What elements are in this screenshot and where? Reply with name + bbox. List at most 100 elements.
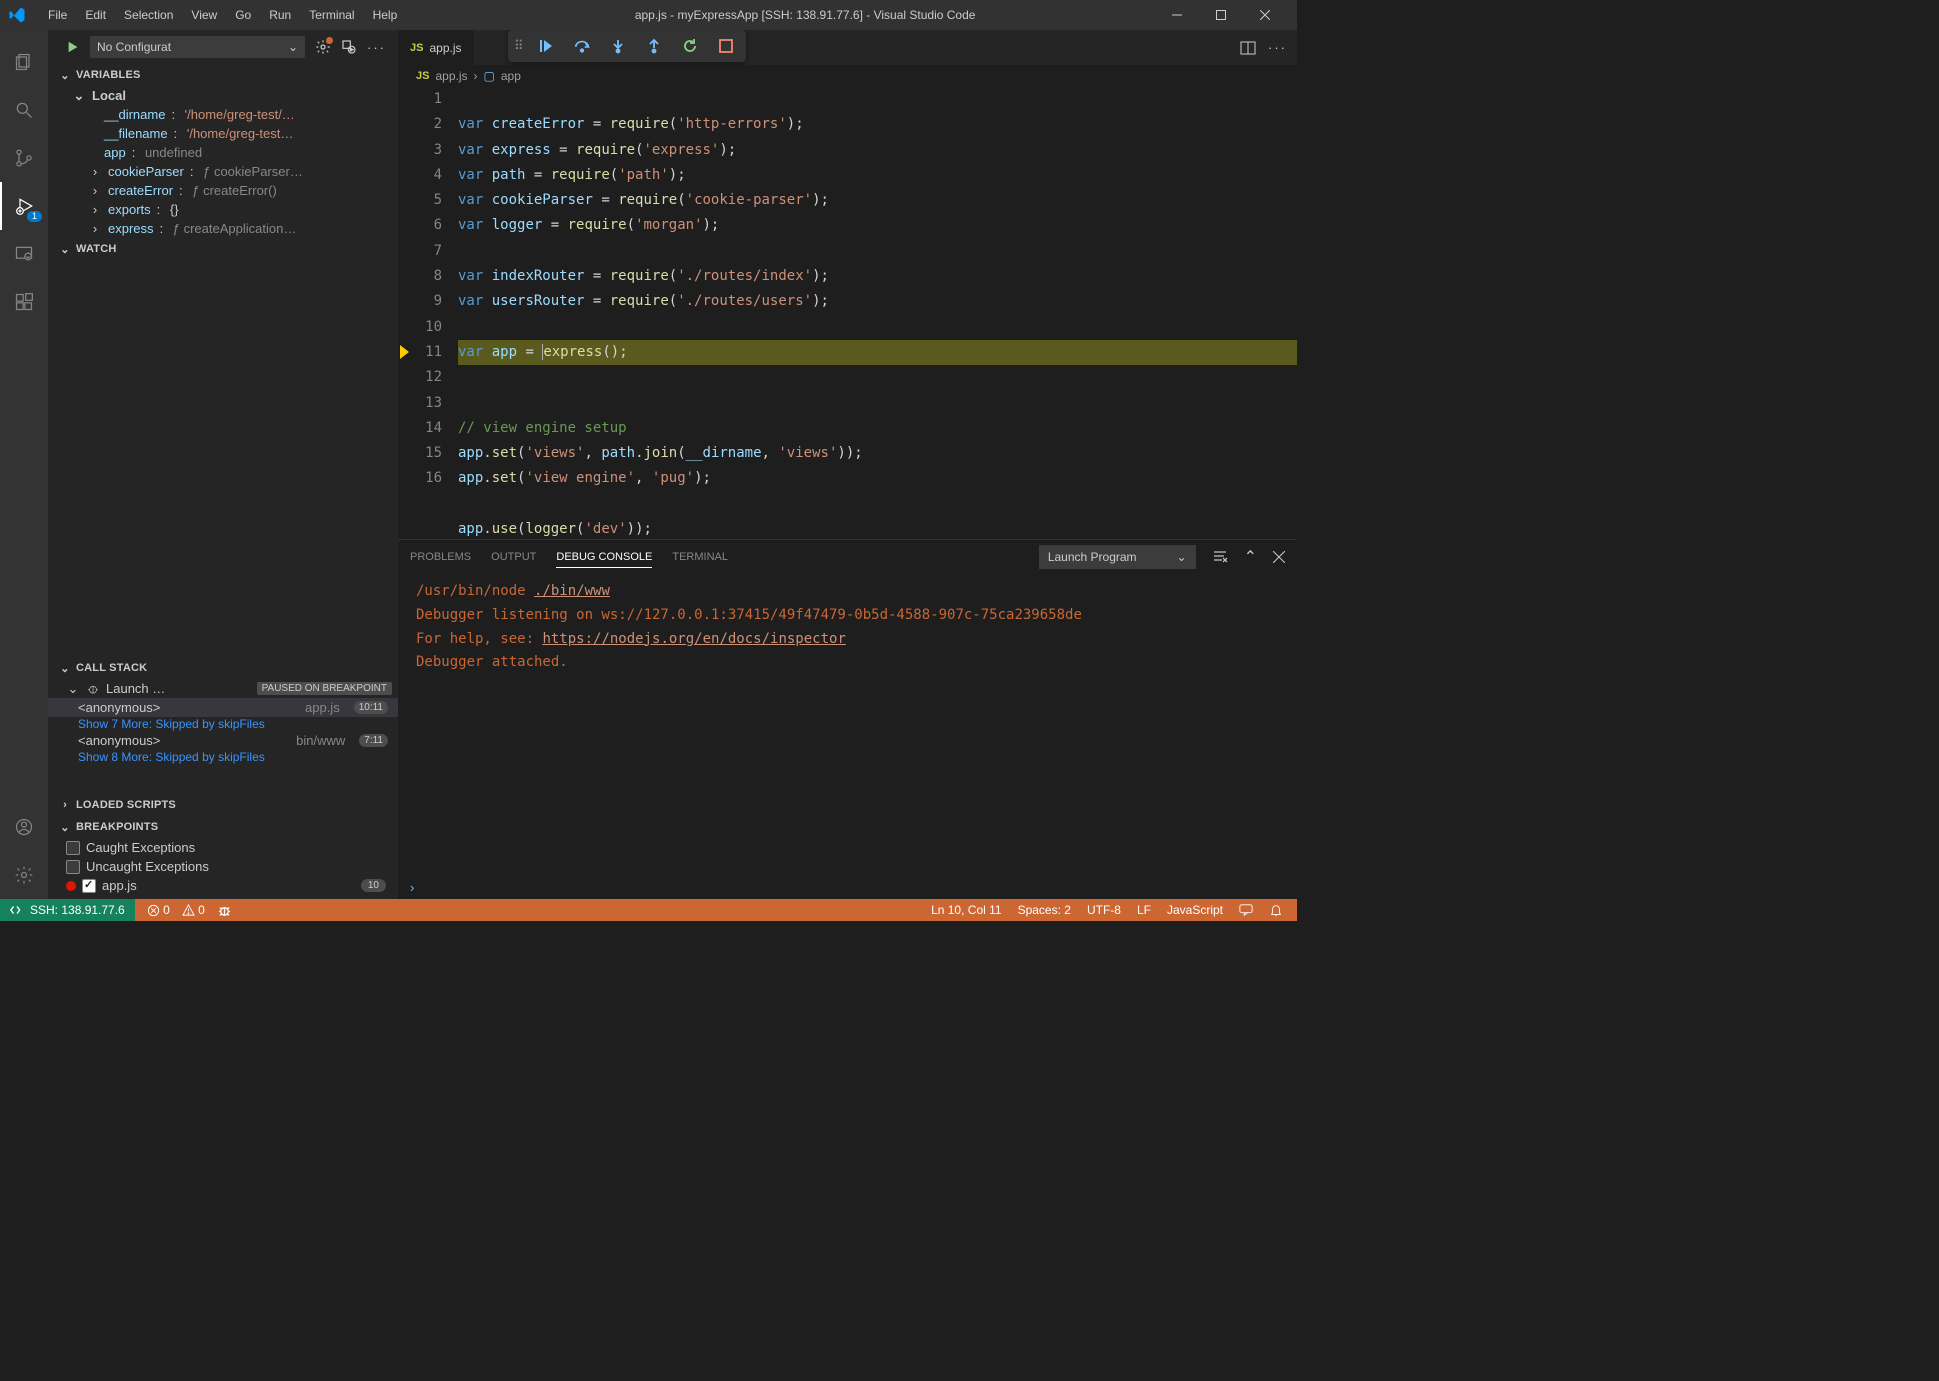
configure-gear-icon[interactable] (315, 39, 331, 55)
tab-debug-console[interactable]: DEBUG CONSOLE (556, 547, 652, 568)
encoding-status[interactable]: UTF-8 (1087, 903, 1121, 917)
activity-bar: 1 (0, 30, 48, 899)
breakpoints-header[interactable]: ⌄ BREAKPOINTS (48, 816, 398, 838)
drag-handle-icon[interactable]: ⠿ (514, 38, 524, 54)
var-cookieparser[interactable]: ›cookieParser: ƒ cookieParser… (48, 162, 398, 181)
callstack-session[interactable]: ⌄ Launch … PAUSED ON BREAKPOINT (48, 679, 398, 698)
chevron-right-icon: › (474, 69, 478, 83)
menu-selection[interactable]: Selection (116, 4, 181, 26)
clear-console-icon[interactable] (1212, 549, 1228, 565)
debug-console-output[interactable]: /usr/bin/node ./bin/www Debugger listeni… (398, 574, 1297, 876)
vscode-logo-icon (8, 3, 32, 27)
maximize-icon[interactable] (1209, 3, 1233, 27)
menu-go[interactable]: Go (227, 4, 259, 26)
stack-frame-0[interactable]: <anonymous> app.js 10:11 (48, 698, 398, 717)
console-link[interactable]: ./bin/www (534, 583, 610, 599)
code-editor[interactable]: 12345678910111213141516 var createError … (398, 87, 1297, 539)
continue-button[interactable] (532, 33, 560, 59)
chevron-down-icon: ⌄ (58, 242, 72, 256)
tab-appjs[interactable]: JS app.js (398, 30, 475, 65)
minimize-icon[interactable] (1165, 3, 1189, 27)
run-debug-icon[interactable]: 1 (0, 182, 48, 230)
skip-frames-link-0[interactable]: Show 7 More: Skipped by skipFiles (48, 717, 398, 731)
variable-icon: ▢ (484, 69, 495, 83)
menu-run[interactable]: Run (261, 4, 299, 26)
current-execution-icon (400, 345, 409, 359)
console-link[interactable]: https://nodejs.org/en/docs/inspector (542, 631, 845, 647)
tab-problems[interactable]: PROBLEMS (410, 547, 471, 567)
feedback-icon[interactable] (1239, 903, 1253, 917)
session-filter-select[interactable]: Launch Program ⌄ (1039, 545, 1196, 569)
split-editor-icon[interactable] (1240, 40, 1256, 56)
menu-view[interactable]: View (183, 4, 225, 26)
checkbox-checked-icon[interactable] (82, 879, 96, 893)
explorer-icon[interactable] (0, 38, 48, 86)
checkbox-icon[interactable] (66, 841, 80, 855)
menu-help[interactable]: Help (365, 4, 406, 26)
notifications-icon[interactable] (1269, 903, 1283, 917)
chevron-right-icon: › (88, 203, 102, 217)
code-content[interactable]: var createError = require('http-errors')… (458, 87, 1297, 539)
errors-status[interactable]: 0 (147, 903, 170, 917)
debug-config-select[interactable]: No Configurat ⌄ (90, 36, 305, 58)
bp-uncaught-exceptions[interactable]: Uncaught Exceptions (48, 857, 398, 876)
step-out-button[interactable] (640, 33, 668, 59)
menu-edit[interactable]: Edit (77, 4, 114, 26)
more-icon[interactable]: ··· (367, 40, 386, 55)
menu-terminal[interactable]: Terminal (301, 4, 362, 26)
search-icon[interactable] (0, 86, 48, 134)
checkbox-icon[interactable] (66, 860, 80, 874)
var-createerror[interactable]: ›createError: ƒ createError() (48, 181, 398, 200)
console-input-prompt[interactable]: › (398, 876, 1297, 899)
watch-header[interactable]: ⌄ WATCH (48, 238, 398, 260)
warnings-status[interactable]: 0 (182, 903, 205, 917)
remote-ssh-status[interactable]: SSH: 138.91.77.6 (0, 899, 135, 921)
more-actions-icon[interactable]: ··· (1268, 40, 1287, 55)
accounts-icon[interactable] (0, 803, 48, 851)
skip-frames-link-1[interactable]: Show 8 More: Skipped by skipFiles (48, 750, 398, 764)
var-exports[interactable]: ›exports: {} (48, 200, 398, 219)
chevron-right-icon: › (58, 798, 72, 812)
chevron-down-icon: ⌄ (58, 661, 72, 675)
chevron-up-icon[interactable]: ⌃ (1244, 547, 1257, 567)
extensions-icon[interactable] (0, 278, 48, 326)
variables-header[interactable]: ⌄ VARIABLES (48, 64, 398, 86)
loaded-scripts-header[interactable]: › LOADED SCRIPTS (48, 794, 398, 816)
source-control-icon[interactable] (0, 134, 48, 182)
var-express[interactable]: ›express: ƒ createApplication… (48, 219, 398, 238)
tab-output[interactable]: OUTPUT (491, 547, 536, 567)
menu-file[interactable]: File (40, 4, 75, 26)
debug-console-icon[interactable] (341, 39, 357, 55)
window-title: app.js - myExpressApp [SSH: 138.91.77.6]… (405, 8, 1165, 22)
tab-terminal[interactable]: TERMINAL (672, 547, 728, 567)
scope-local[interactable]: ⌄ Local (48, 86, 398, 105)
stack-frame-1[interactable]: <anonymous> bin/www 7:11 (48, 731, 398, 750)
var-dirname[interactable]: __dirname: '/home/greg-test/… (48, 105, 398, 124)
remote-explorer-icon[interactable] (0, 230, 48, 278)
indentation-status[interactable]: Spaces: 2 (1018, 903, 1071, 917)
var-app[interactable]: app: undefined (48, 143, 398, 162)
breadcrumb[interactable]: JS app.js › ▢ app (398, 65, 1297, 87)
stop-button[interactable] (712, 33, 740, 59)
callstack-title: CALL STACK (76, 662, 147, 674)
bp-file-appjs[interactable]: app.js 10 (48, 876, 398, 895)
settings-gear-icon[interactable] (0, 851, 48, 899)
line-gutter: 12345678910111213141516 (398, 87, 458, 539)
cursor-position[interactable]: Ln 10, Col 11 (931, 903, 1002, 917)
start-debug-icon[interactable] (66, 40, 80, 54)
step-into-button[interactable] (604, 33, 632, 59)
chevron-down-icon: ⌄ (72, 89, 86, 103)
bp-caught-exceptions[interactable]: Caught Exceptions (48, 838, 398, 857)
eol-status[interactable]: LF (1137, 903, 1151, 917)
callstack-header[interactable]: ⌄ CALL STACK (48, 657, 398, 679)
var-filename[interactable]: __filename: '/home/greg-test… (48, 124, 398, 143)
step-over-button[interactable] (568, 33, 596, 59)
close-icon[interactable] (1253, 3, 1277, 27)
chevron-down-icon: ⌄ (58, 68, 72, 82)
bp-line-badge: 10 (361, 879, 386, 892)
close-panel-icon[interactable] (1273, 551, 1285, 563)
debug-status-icon[interactable] (217, 903, 232, 918)
chevron-down-icon: ⌄ (58, 820, 72, 834)
language-status[interactable]: JavaScript (1167, 903, 1223, 917)
restart-button[interactable] (676, 33, 704, 59)
